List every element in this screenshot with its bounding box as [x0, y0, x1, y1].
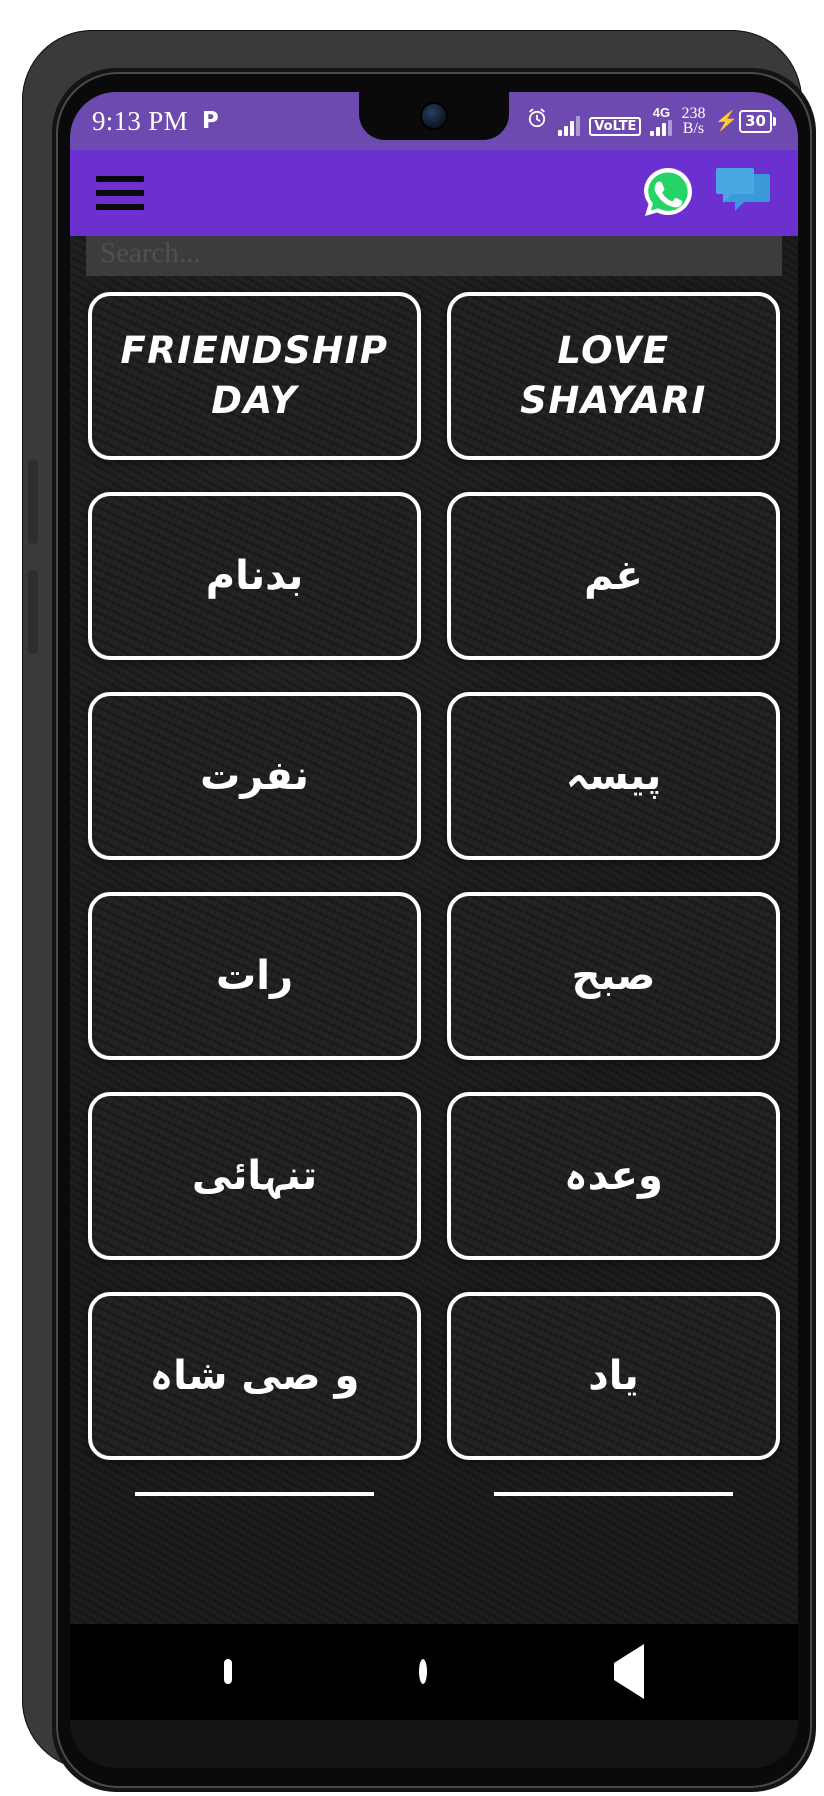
search-placeholder: Search... — [100, 236, 201, 269]
hamburger-bar — [96, 176, 144, 182]
category-tile[interactable]: وعدہ — [447, 1092, 780, 1260]
category-tile[interactable]: و صی شاہ — [88, 1292, 421, 1460]
battery-tip-icon — [773, 117, 776, 126]
chat-bubble-icon[interactable] — [716, 168, 772, 218]
square-recents-icon — [223, 1659, 232, 1684]
volte-label: VoLTE — [589, 117, 642, 136]
phone-screen: 9:13 PM P VoLTE 4G 238 B/s ⚡ 30 Search..… — [70, 92, 798, 1768]
category-tile-partial[interactable] — [134, 1492, 375, 1518]
category-tile[interactable]: بدنام — [88, 492, 421, 660]
volte-indicator: VoLTE — [589, 117, 642, 136]
phone-frame: 9:13 PM P VoLTE 4G 238 B/s ⚡ 30 Search..… — [22, 30, 816, 1792]
category-tile[interactable]: FRIENDSHIP DAY — [88, 292, 421, 460]
category-grid: FRIENDSHIP DAY LOVE SHAYARI بدنام غم نفرت پیس… — [70, 284, 798, 1518]
status-bar-right: VoLTE 4G 238 B/s ⚡ 30 — [525, 105, 776, 137]
category-tile[interactable]: LOVE SHAYARI — [447, 292, 780, 460]
volume-down-button[interactable] — [28, 570, 38, 654]
network-speed-unit: B/s — [682, 120, 705, 137]
category-tile[interactable]: تنہائی — [88, 1092, 421, 1260]
hamburger-menu-icon[interactable] — [96, 176, 144, 210]
android-navigation-bar — [70, 1624, 798, 1720]
network-gen-group: 4G — [650, 105, 673, 136]
front-camera-icon — [422, 104, 446, 128]
category-tile[interactable]: یاد — [447, 1292, 780, 1460]
status-bar: 9:13 PM P VoLTE 4G 238 B/s ⚡ 30 — [70, 92, 798, 150]
screenshot-stage: 9:13 PM P VoLTE 4G 238 B/s ⚡ 30 Search..… — [0, 0, 824, 1796]
charging-bolt-icon: ⚡ — [714, 111, 739, 132]
category-tile[interactable]: پیسہ — [447, 692, 780, 860]
whatsapp-icon[interactable] — [640, 165, 696, 221]
category-tile[interactable]: غم — [447, 492, 780, 660]
recents-button[interactable] — [223, 1659, 232, 1684]
pinterest-icon: P — [201, 108, 219, 134]
triangle-back-icon — [614, 1644, 645, 1699]
category-tile[interactable]: رات — [88, 892, 421, 1060]
battery-level: 30 — [739, 110, 772, 133]
network-gen-label: 4G — [652, 105, 671, 120]
status-bar-left: 9:13 PM P — [92, 106, 219, 137]
circle-home-icon — [418, 1659, 427, 1684]
content-area: Search... FRIENDSHIP DAY LOVE SHAYARI بدنا… — [70, 236, 798, 1624]
home-button[interactable] — [418, 1659, 427, 1684]
category-tile[interactable]: صبح — [447, 892, 780, 1060]
signal-bars-sim2-icon — [650, 120, 673, 136]
hamburger-bar — [96, 204, 144, 210]
hamburger-bar — [96, 190, 144, 196]
search-input[interactable]: Search... — [86, 236, 782, 276]
alarm-clock-icon — [525, 106, 549, 135]
back-button[interactable] — [614, 1644, 645, 1699]
category-tile-partial[interactable] — [493, 1492, 734, 1518]
category-tile[interactable]: نفرت — [88, 692, 421, 860]
status-time: 9:13 PM — [92, 105, 188, 136]
network-speed: 238 B/s — [681, 106, 705, 137]
battery-indicator: ⚡ 30 — [714, 110, 776, 133]
app-bar-actions — [640, 165, 772, 221]
volume-up-button[interactable] — [28, 460, 38, 544]
app-bar — [70, 150, 798, 236]
signal-bars-sim1-icon — [558, 114, 581, 136]
